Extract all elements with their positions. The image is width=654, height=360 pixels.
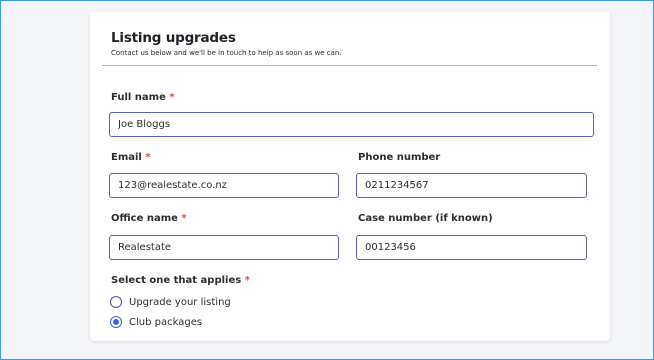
applies-label-text: Select one that applies	[111, 275, 242, 286]
radio-option-club-packages[interactable]: Club packages	[110, 316, 202, 328]
office-name-label: Office name *	[111, 213, 187, 224]
form-title: Listing upgrades	[111, 30, 236, 46]
case-number-label-text: Case number (if known)	[358, 213, 493, 224]
email-label: Email *	[111, 152, 151, 163]
applies-label: Select one that applies *	[111, 275, 250, 286]
full-name-label-text: Full name	[111, 92, 166, 103]
form-header: Listing upgrades Contact us below and we…	[111, 30, 342, 57]
radio-button[interactable]	[110, 296, 122, 308]
office-name-input[interactable]	[109, 235, 339, 260]
form-subtitle: Contact us below and we'll be in touch t…	[111, 49, 342, 57]
office-name-label-text: Office name	[111, 213, 178, 224]
listing-upgrades-form: Listing upgrades Contact us below and we…	[90, 11, 610, 341]
phone-input[interactable]	[356, 173, 587, 198]
phone-label-text: Phone number	[358, 152, 441, 163]
required-marker: *	[169, 92, 175, 103]
case-number-label: Case number (if known)	[358, 213, 493, 224]
email-input[interactable]	[109, 173, 339, 198]
radio-option-label: Club packages	[129, 316, 203, 328]
required-marker: *	[244, 275, 250, 286]
case-number-input[interactable]	[356, 235, 587, 260]
radio-option-upgrade-listing[interactable]: Upgrade your listing	[110, 296, 231, 308]
email-label-text: Email	[111, 152, 142, 163]
required-marker: *	[145, 152, 151, 163]
required-marker: *	[181, 213, 187, 224]
full-name-input[interactable]	[109, 112, 594, 137]
full-name-label: Full name *	[111, 92, 175, 103]
phone-label: Phone number	[358, 152, 440, 163]
header-divider	[102, 65, 597, 66]
radio-option-label: Upgrade your listing	[129, 296, 231, 308]
radio-button-selected[interactable]	[110, 316, 122, 328]
